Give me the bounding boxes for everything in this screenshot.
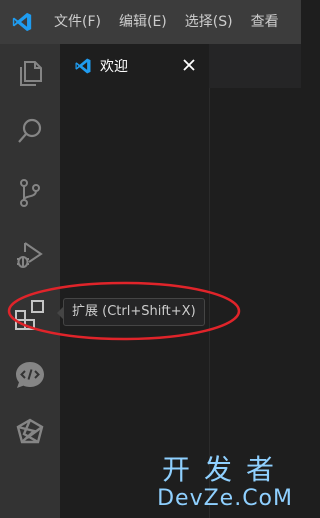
code-chat-button[interactable] [0,346,60,404]
close-icon[interactable] [179,55,199,75]
tab-welcome[interactable]: 欢迎 [60,44,209,88]
menu-file[interactable]: 文件(F) [44,0,109,44]
extension-logo-icon [14,417,46,449]
search-icon [16,117,44,145]
menu-selection[interactable]: 选择(S) [175,0,241,44]
extensions-button[interactable] [0,286,60,344]
extension-logo-button[interactable] [0,404,60,462]
source-control-button[interactable] [0,164,60,222]
activity-bar [0,44,60,518]
run-debug-button[interactable] [0,226,60,284]
menu-edit[interactable]: 编辑(E) [109,0,175,44]
source-control-icon [16,178,44,208]
divider [209,88,210,518]
vscode-logo-icon [74,57,92,75]
files-icon [16,59,44,87]
search-button[interactable] [0,102,60,160]
explorer-button[interactable] [0,44,60,102]
editor-area: 欢迎 [60,44,301,518]
vscode-logo-icon[interactable] [0,0,44,44]
menu-view[interactable]: 查看 [241,0,287,44]
extensions-icon [14,299,46,331]
tab-label: 欢迎 [100,59,128,75]
editor-tabs: 欢迎 [60,44,301,88]
title-bar: 文件(F) 编辑(E) 选择(S) 查看 [0,0,301,44]
extensions-tooltip: 扩展 (Ctrl+Shift+X) [63,298,205,326]
code-chat-icon [14,359,46,391]
menu-bar: 文件(F) 编辑(E) 选择(S) 查看 [44,0,287,44]
run-debug-icon [15,240,45,270]
